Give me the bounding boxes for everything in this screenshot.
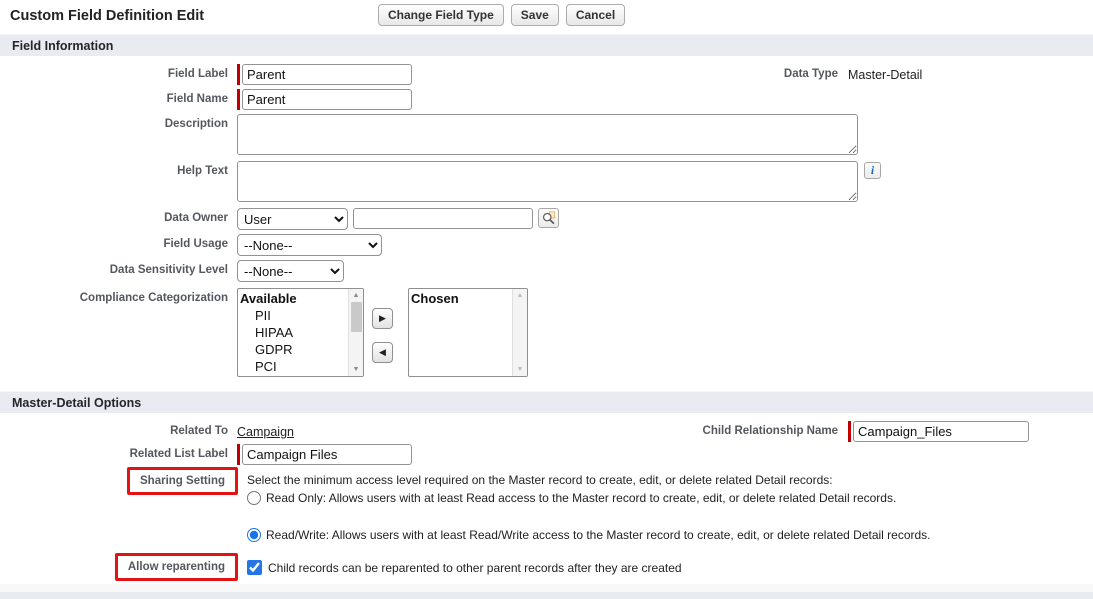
- scroll-down-icon[interactable]: ▼: [353, 363, 360, 376]
- allow-reparenting-option[interactable]: Child records can be reparented to other…: [247, 560, 682, 575]
- field-label-required-wrap: [237, 64, 412, 85]
- required-indicator: [237, 444, 240, 465]
- cancel-button[interactable]: Cancel: [566, 4, 625, 26]
- chosen-scrollbar[interactable]: ▲ ▼: [512, 289, 527, 376]
- chosen-group-label: Chosen: [411, 290, 512, 307]
- field-name-label: Field Name: [0, 89, 237, 105]
- sharing-setting-highlight-box: Sharing Setting: [127, 467, 238, 495]
- field-information-section-header: Field Information: [0, 34, 1093, 56]
- content-bottom-gap: [0, 584, 1093, 592]
- field-name-required-wrap: [237, 89, 412, 110]
- field-label-input[interactable]: [242, 64, 412, 85]
- field-usage-select[interactable]: --None--: [237, 234, 382, 256]
- available-group-label: Available: [240, 290, 348, 307]
- required-indicator: [848, 421, 851, 442]
- data-type-label: Data Type: [611, 64, 848, 82]
- scroll-up-icon[interactable]: ▲: [353, 289, 360, 302]
- child-relationship-required-wrap: [848, 421, 1093, 442]
- data-sensitivity-level-select[interactable]: --None--: [237, 260, 344, 282]
- data-sensitivity-level-label: Data Sensitivity Level: [0, 260, 237, 276]
- related-list-label-input[interactable]: [242, 444, 412, 465]
- read-only-option-text: Read Only: Allows users with at least Re…: [266, 491, 896, 506]
- available-list-item[interactable]: PCI: [240, 358, 348, 375]
- description-label: Description: [0, 114, 237, 130]
- master-detail-options-section: Related To Campaign Child Relationship N…: [0, 413, 1093, 581]
- lookup-magnifier-icon[interactable]: [538, 208, 559, 228]
- move-to-chosen-button[interactable]: ▶: [372, 308, 393, 329]
- read-only-radio[interactable]: [247, 491, 261, 505]
- related-list-label-label: Related List Label: [0, 444, 237, 460]
- scroll-up-icon[interactable]: ▲: [517, 289, 524, 302]
- available-listbox[interactable]: Available PIIHIPAAGDPRPCI ▲ ▼: [237, 288, 364, 377]
- read-write-option[interactable]: Read/Write: Allows users with at least R…: [247, 528, 1037, 543]
- available-list-item[interactable]: HIPAA: [240, 324, 348, 341]
- custom-field-definition-edit-page: Custom Field Definition Edit Change Fiel…: [0, 0, 1093, 599]
- data-owner-label: Data Owner: [0, 208, 237, 224]
- available-items: PIIHIPAAGDPRPCI: [240, 307, 348, 375]
- field-name-input[interactable]: [242, 89, 412, 110]
- field-information-section: Field Label Data Type Master-Detail Fiel…: [0, 56, 1093, 377]
- header-buttons: Change Field Type Save Cancel: [378, 4, 625, 26]
- child-relationship-name-label: Child Relationship Name: [611, 421, 848, 442]
- chosen-listbox[interactable]: Chosen ▲ ▼: [408, 288, 528, 377]
- allow-reparenting-checkbox[interactable]: [247, 560, 262, 575]
- child-relationship-name-input[interactable]: [853, 421, 1029, 442]
- scroll-down-icon[interactable]: ▼: [517, 363, 524, 376]
- allow-reparenting-highlight-box: Allow reparenting: [115, 553, 238, 581]
- field-usage-label: Field Usage: [0, 234, 237, 250]
- info-icon[interactable]: i: [864, 162, 881, 179]
- help-text-textarea[interactable]: [237, 161, 858, 202]
- allow-reparenting-text: Child records can be reparented to other…: [268, 561, 682, 575]
- data-owner-select[interactable]: User: [237, 208, 348, 230]
- allow-reparenting-label: Allow reparenting: [128, 561, 225, 573]
- read-only-option[interactable]: Read Only: Allows users with at least Re…: [247, 491, 1037, 506]
- description-textarea[interactable]: [237, 114, 858, 155]
- sharing-setting-label: Sharing Setting: [140, 475, 225, 487]
- save-button[interactable]: Save: [511, 4, 559, 26]
- available-list-item[interactable]: PII: [240, 307, 348, 324]
- compliance-dual-listbox: Available PIIHIPAAGDPRPCI ▲ ▼ ▶ ◀: [237, 288, 528, 377]
- help-text-label: Help Text: [0, 161, 237, 177]
- magnifier-glyph: [542, 211, 556, 225]
- data-type-value: Master-Detail: [848, 64, 1093, 82]
- available-list-item[interactable]: GDPR: [240, 341, 348, 358]
- available-scrollbar[interactable]: ▲ ▼: [348, 289, 363, 376]
- compliance-categorization-label: Compliance Categorization: [0, 288, 237, 304]
- change-field-type-button[interactable]: Change Field Type: [378, 4, 504, 26]
- master-detail-options-section-header: Master-Detail Options: [0, 391, 1093, 413]
- read-write-option-text: Read/Write: Allows users with at least R…: [266, 528, 931, 543]
- related-to-label: Related To: [0, 421, 237, 439]
- related-list-label-required-wrap: [237, 444, 412, 465]
- next-section-bar: [0, 592, 1093, 599]
- data-owner-search-input[interactable]: [353, 208, 533, 229]
- page-header: Custom Field Definition Edit Change Fiel…: [0, 0, 1093, 31]
- related-to-link[interactable]: Campaign: [237, 421, 294, 439]
- required-indicator: [237, 89, 240, 110]
- sharing-setting-intro: Select the minimum access level required…: [247, 473, 1037, 488]
- move-to-available-button[interactable]: ◀: [372, 342, 393, 363]
- field-label-label: Field Label: [0, 64, 237, 85]
- dual-list-arrows: ▶ ◀: [372, 308, 393, 363]
- read-write-radio[interactable]: [247, 528, 261, 542]
- required-indicator: [237, 64, 240, 85]
- scrollbar-thumb[interactable]: [351, 302, 362, 332]
